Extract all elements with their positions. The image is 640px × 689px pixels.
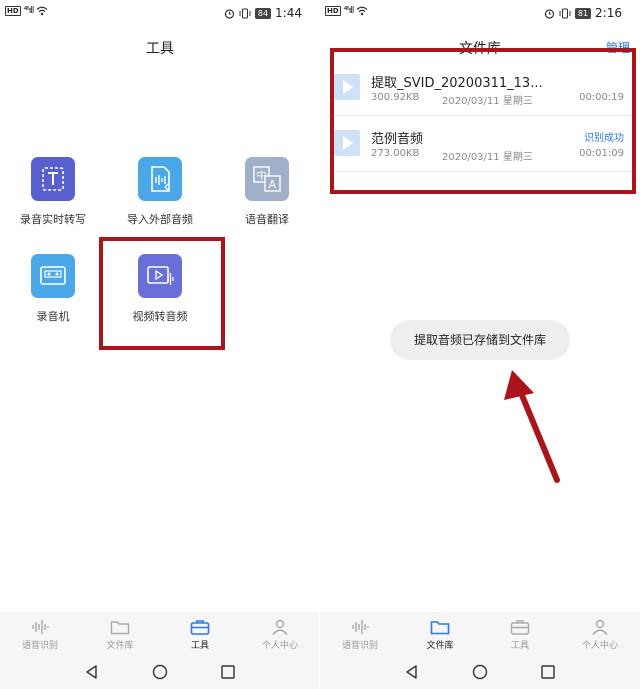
clock: 1:44 [275,6,302,20]
bottom-nav: 语音识别 文件库 工具 个人中心 [0,612,320,656]
nav-item-tools[interactable]: 工具 [160,612,240,656]
nav-item-files[interactable]: 文件库 [400,612,480,656]
hd-icon: HD [5,6,21,16]
nav-item-profile[interactable]: 个人中心 [560,612,640,656]
home-icon[interactable] [472,664,488,680]
vibrate-icon [239,7,251,19]
tool-label: 录音机 [36,310,70,323]
folder-icon [110,621,130,635]
nav-item-tools[interactable]: 工具 [480,612,560,656]
tools-screen: HD ⁴⁶ıll 84 1:44 工具 录音实时转写 导入外部音频 中A 语音翻… [0,0,320,689]
folder-icon [430,621,450,635]
text-t-icon [31,157,75,201]
waveform-icon [32,620,49,634]
back-icon[interactable] [404,664,420,680]
recents-icon[interactable] [540,664,556,680]
page-title: 工具 [146,41,174,57]
toolbox-icon [510,620,530,635]
recorder-icon [31,254,75,298]
tool-voice-translate[interactable]: 中A 语音翻译 [212,157,320,227]
tool-label: 录音实时转写 [20,213,86,226]
translate-icon: 中A [245,157,289,201]
status-bar: HD ⁴⁶ıll 84 1:44 [0,0,320,26]
nav-item-speech[interactable]: 语音识别 [320,612,400,656]
tool-recorder[interactable]: 录音机 [0,254,108,324]
system-nav-bar [0,656,320,689]
import-audio-icon [138,157,182,201]
waveform-icon [352,620,369,634]
tool-label: 导入外部音频 [127,213,193,226]
wifi-icon [36,6,48,16]
file-library-screen: HD ⁴⁶ıll 81 2:16 文件库 管理 提取_SVID_20200311… [320,0,640,689]
battery-level: 84 [254,7,272,19]
annotation-arrow-icon [504,370,560,483]
tool-realtime-transcribe[interactable]: 录音实时转写 [0,157,108,227]
svg-text:A: A [269,178,277,191]
alarm-icon [224,8,234,19]
signal-icon: ⁴⁶ıll [23,6,35,16]
tool-label: 语音翻译 [245,213,289,226]
system-nav-bar [320,656,640,689]
bottom-nav: 语音识别 文件库 工具 个人中心 [320,612,640,656]
person-icon [272,619,288,635]
nav-item-profile[interactable]: 个人中心 [240,612,320,656]
nav-item-speech[interactable]: 语音识别 [0,612,80,656]
recents-icon[interactable] [220,664,236,680]
back-icon[interactable] [84,664,100,680]
highlight-box [99,237,225,350]
home-icon[interactable] [152,664,168,680]
toolbox-icon [190,620,210,635]
tool-import-audio[interactable]: 导入外部音频 [105,157,215,227]
person-icon [592,619,608,635]
nav-item-files[interactable]: 文件库 [80,612,160,656]
